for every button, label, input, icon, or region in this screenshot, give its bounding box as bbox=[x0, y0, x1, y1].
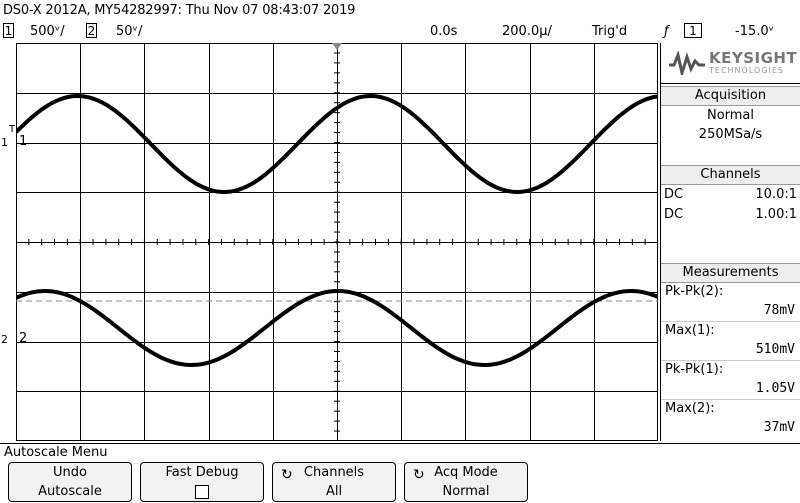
softkey-line1: Fast Debug bbox=[165, 465, 239, 480]
trigger-level[interactable]: -15.0ᵛ bbox=[735, 22, 774, 42]
keysight-logo: KEYSIGHT TECHNOLOGIES bbox=[661, 43, 800, 84]
measurement-label: Pk-Pk(2): bbox=[665, 284, 724, 299]
channels-title[interactable]: Channels bbox=[661, 165, 800, 185]
keysight-wave-icon bbox=[669, 51, 705, 75]
acquisition-mode: Normal bbox=[706, 108, 755, 123]
graticule bbox=[16, 43, 658, 441]
acquisition-title[interactable]: Acquisition bbox=[661, 86, 800, 106]
measurement-label: Pk-Pk(1): bbox=[665, 362, 724, 377]
ch1-ground-side: 1 bbox=[1, 136, 8, 149]
trigger-source-number: 1 bbox=[684, 23, 702, 38]
fast-debug-softkey[interactable]: Fast Debug bbox=[140, 462, 264, 502]
undo-autoscale-softkey[interactable]: Undo Autoscale bbox=[8, 462, 132, 502]
trigger-source[interactable]: 1 bbox=[684, 22, 702, 42]
ch2-number: 2 bbox=[86, 23, 97, 38]
status-bar: 1 500ᵛ/ 2 50ᵛ/ 0.0s 200.0µ/ Trig'd ƒ 1 -… bbox=[0, 22, 800, 42]
softkey-line2: Autoscale bbox=[38, 484, 102, 499]
ch2-ground-side: 2 bbox=[1, 333, 8, 346]
measurements-title[interactable]: Measurements bbox=[661, 263, 800, 283]
measurement-value: 78mV bbox=[661, 301, 800, 322]
rotate-knob-icon: ↻ bbox=[413, 467, 425, 483]
measurement-label: Max(2): bbox=[665, 401, 715, 416]
rising-edge-icon: ƒ bbox=[664, 24, 669, 39]
channel-row: DC 10.0:1 bbox=[661, 185, 800, 205]
waveform-display[interactable] bbox=[16, 43, 658, 441]
ch1-indicator[interactable]: 1 bbox=[3, 22, 14, 42]
softkey-line2: Normal bbox=[442, 484, 490, 499]
measurement-value: 1.05V bbox=[661, 379, 800, 400]
channel-probe: 1.00:1 bbox=[755, 207, 797, 222]
time-offset[interactable]: 0.0s bbox=[430, 22, 457, 42]
trigger-position-marker[interactable] bbox=[332, 43, 342, 50]
time-scale[interactable]: 200.0µ/ bbox=[502, 22, 552, 42]
trigger-marker-t: T bbox=[9, 124, 16, 135]
channels-softkey[interactable]: ↻ Channels All bbox=[272, 462, 396, 502]
channel-probe: 10.0:1 bbox=[755, 187, 797, 202]
ch1-number: 1 bbox=[3, 23, 14, 38]
window-title: DS0-X 2012A, MY54282997: Thu Nov 07 08:4… bbox=[3, 3, 356, 18]
logo-brand: KEYSIGHT bbox=[709, 49, 798, 67]
sample-rate: 250MSa/s bbox=[698, 127, 763, 142]
menu-title: Autoscale Menu bbox=[0, 443, 800, 460]
softkey-line1: Undo bbox=[53, 465, 87, 480]
trigger-status: Trig'd bbox=[592, 24, 628, 39]
measurement-value: 37mV bbox=[763, 420, 795, 435]
ch2-indicator[interactable]: 2 bbox=[86, 22, 97, 42]
fast-debug-checkbox[interactable] bbox=[195, 484, 209, 499]
logo-sub: TECHNOLOGIES bbox=[709, 66, 784, 75]
acq-mode-softkey[interactable]: ↻ Acq Mode Normal bbox=[404, 462, 528, 502]
channel-coupling: DC bbox=[664, 207, 684, 222]
channel-row: DC 1.00:1 bbox=[661, 205, 800, 225]
channel-coupling: DC bbox=[664, 187, 684, 202]
ch1-scale[interactable]: 500ᵛ/ bbox=[30, 22, 65, 42]
side-panel: KEYSIGHT TECHNOLOGIES Acquisition Normal… bbox=[660, 43, 800, 441]
measurement-label: Max(1): bbox=[665, 323, 715, 338]
ch2-scale[interactable]: 50ᵛ/ bbox=[116, 22, 142, 42]
rotate-knob-icon: ↻ bbox=[281, 467, 293, 483]
measurement-value: 510mV bbox=[661, 340, 800, 361]
softkey-line2: All bbox=[325, 484, 343, 499]
